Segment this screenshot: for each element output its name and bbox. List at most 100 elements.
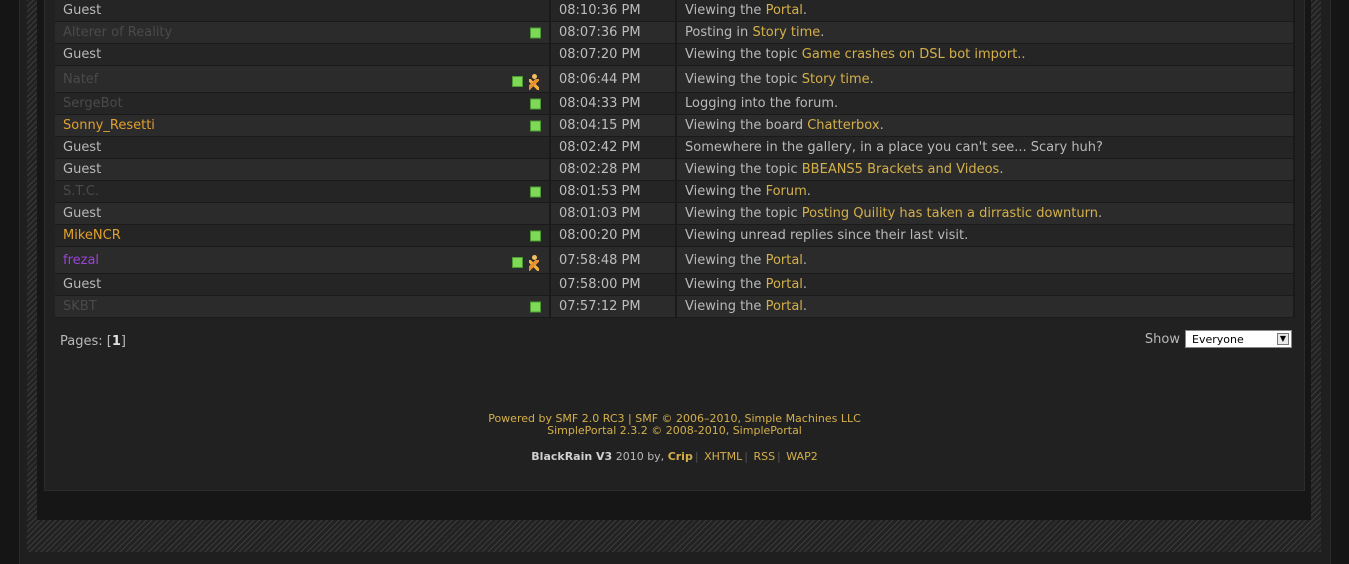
action-link[interactable]: Story time (752, 25, 820, 40)
time-cell: 08:02:28 PM (551, 159, 677, 181)
footer-theme-line: BlackRain V3 2010 by, Crip | XHTML | RSS | … (45, 450, 1304, 463)
walking-person-icon (527, 254, 541, 271)
footer-separator: | (777, 450, 781, 463)
action-link[interactable]: Portal (766, 253, 803, 268)
status-icons (530, 301, 541, 312)
member-name-link[interactable]: frezal (63, 253, 99, 268)
table-row: MikeNCR 08:00:20 PM Viewing unread replies… (55, 225, 1295, 247)
action-link[interactable]: Chatterbox (807, 118, 879, 133)
action-suffix: . (1097, 206, 1103, 221)
action-text: Somewhere in the gallery, in a place you… (685, 140, 1103, 155)
table-row: Guest 07:58:00 PM Viewing the Portal. (55, 274, 1295, 296)
time-cell: 07:58:48 PM (551, 247, 677, 274)
action-text: Viewing the (685, 277, 762, 292)
time-cell: 08:01:03 PM (551, 203, 677, 225)
wap2-link[interactable]: WAP2 (786, 450, 817, 463)
action-link[interactable]: Portal (766, 299, 803, 314)
action-text: Viewing the (685, 3, 762, 18)
member-name-link[interactable]: MikeNCR (63, 228, 121, 243)
member-name-link[interactable]: Alterer of Reality (63, 25, 172, 40)
member-name-link[interactable]: Sonny_Resetti (63, 118, 155, 133)
action-text: Viewing the topic (685, 47, 798, 62)
action-cell: Viewing the Forum. (677, 181, 1295, 203)
action-text: Viewing the (685, 184, 762, 199)
action-cell: Viewing the Portal. (677, 247, 1295, 274)
member-name-link[interactable]: Natef (63, 72, 98, 87)
table-row: Natef 08:06:44 PM Viewing the topic Story … (55, 66, 1295, 93)
guest-label: Guest (63, 3, 102, 18)
time-cell: 08:04:15 PM (551, 115, 677, 137)
member-cell: Natef (55, 66, 551, 93)
action-link[interactable]: Forum (766, 184, 807, 199)
theme-year-by: 2010 by, (615, 450, 665, 463)
action-text: Viewing the (685, 252, 762, 268)
online-status-icon[interactable] (530, 27, 541, 38)
action-cell: Viewing the Portal. (677, 0, 1295, 22)
time-cell: 08:07:20 PM (551, 44, 677, 66)
action-link[interactable]: Portal (766, 277, 803, 292)
action-suffix: . (820, 25, 825, 40)
left-border-stripe (27, 0, 37, 552)
action-suffix: . (869, 71, 874, 87)
footer-separator: | (744, 450, 748, 463)
simpleportal-link[interactable]: SimplePortal 2.3.2 © 2008-2010, SimplePo… (547, 424, 802, 437)
member-cell: Alterer of Reality (55, 22, 551, 44)
xhtml-link[interactable]: XHTML (704, 450, 742, 463)
member-cell: SergeBot (55, 93, 551, 115)
guest-label: Guest (63, 206, 102, 221)
action-text: Viewing the board (685, 118, 804, 133)
action-text: Viewing the topic (685, 206, 798, 221)
table-row: SKBT 07:57:12 PM Viewing the Portal. (55, 296, 1295, 318)
action-link[interactable]: Posting Quility has taken a dirrastic do… (802, 206, 1098, 221)
status-icons (530, 98, 541, 109)
action-suffix: . (802, 299, 808, 314)
online-status-icon[interactable] (530, 301, 541, 312)
action-text: Viewing the topic (685, 162, 798, 177)
table-row: Guest 08:07:20 PM Viewing the topic Game c… (55, 44, 1295, 66)
action-suffix: . (802, 252, 808, 268)
action-link[interactable]: Story time (802, 72, 870, 87)
action-cell: Logging into the forum. (677, 93, 1295, 115)
time-cell: 08:02:42 PM (551, 137, 677, 159)
action-link[interactable]: BBEANS5 Brackets and Videos (802, 162, 1000, 177)
footer-portal-line: SimplePortal 2.3.2 © 2008-2010, SimplePo… (45, 424, 1304, 437)
member-cell: Guest (55, 44, 551, 66)
pagination-close: ] (120, 334, 126, 349)
table-row: Guest 08:10:36 PM Viewing the Portal. (55, 0, 1295, 22)
show-filter: Show Everyone ▼ (1145, 330, 1292, 348)
action-cell: Viewing the topic BBEANS5 Brackets and V… (677, 159, 1295, 181)
time-cell: 08:07:36 PM (551, 22, 677, 44)
member-name-link[interactable]: SergeBot (63, 96, 123, 111)
show-select[interactable]: Everyone ▼ (1185, 330, 1292, 348)
time-cell: 08:06:44 PM (551, 66, 677, 93)
theme-author-link[interactable]: Crip (668, 450, 693, 463)
action-suffix: . (879, 118, 884, 133)
status-icons (530, 120, 541, 131)
pagination-current-page[interactable]: 1 (112, 334, 121, 349)
action-text: Posting in (685, 25, 749, 40)
status-icons (530, 27, 541, 38)
member-name-link[interactable]: S.T.C. (63, 184, 99, 199)
member-cell: frezal (55, 247, 551, 274)
online-status-icon[interactable] (512, 76, 523, 88)
rss-link[interactable]: RSS (753, 450, 775, 463)
member-name-link[interactable]: SKBT (63, 299, 97, 314)
online-status-icon[interactable] (512, 257, 523, 269)
online-status-icon[interactable] (530, 230, 541, 241)
member-cell: Guest (55, 0, 551, 22)
action-link[interactable]: Portal (766, 3, 803, 18)
online-status-icon[interactable] (530, 98, 541, 109)
chevron-down-icon[interactable]: ▼ (1277, 333, 1289, 345)
time-cell: 08:10:36 PM (551, 0, 677, 22)
action-cell: Posting in Story time. (677, 22, 1295, 44)
action-link[interactable]: Game crashes on DSL bot import.. (802, 47, 1026, 62)
action-text: Viewing the topic (685, 71, 798, 87)
table-row: Guest 08:02:28 PM Viewing the topic BBEANS… (55, 159, 1295, 181)
footer-separator: | (694, 450, 699, 463)
online-status-icon[interactable] (530, 186, 541, 197)
pagination: Pages: [1] (60, 334, 126, 349)
table-row: Sonny_Resetti 08:04:15 PM Viewing the boar… (55, 115, 1295, 137)
online-status-icon[interactable] (530, 120, 541, 131)
table-row: Guest 08:02:42 PM Somewhere in the gallery… (55, 137, 1295, 159)
time-cell: 07:58:00 PM (551, 274, 677, 296)
